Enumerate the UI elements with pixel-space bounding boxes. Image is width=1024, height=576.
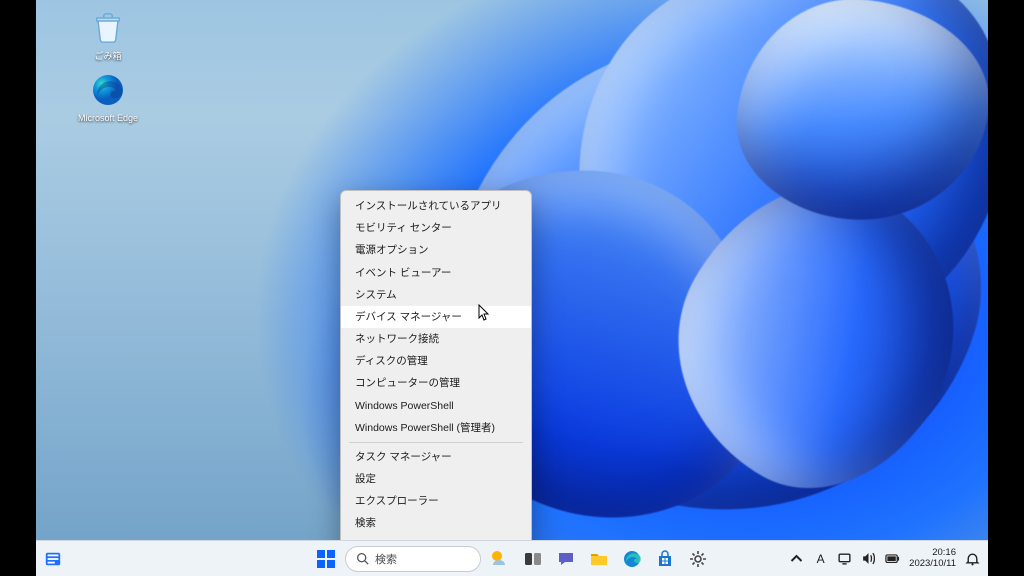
menu-item-power-options[interactable]: 電源オプション: [341, 239, 531, 261]
menu-item-mobility-center[interactable]: モビリティ センター: [341, 217, 531, 239]
menu-item-explorer[interactable]: エクスプローラー: [341, 490, 531, 512]
power-user-menu: インストールされているアプリ モビリティ センター 電源オプション イベント ビ…: [340, 190, 532, 576]
menu-item-search[interactable]: 検索: [341, 512, 531, 534]
taskbar-settings[interactable]: [684, 545, 712, 573]
recycle-bin-icon: [88, 8, 128, 48]
clock-date: 2023/10/11: [909, 559, 956, 569]
gear-icon: [688, 549, 708, 569]
menu-item-computer-management[interactable]: コンピューターの管理: [341, 372, 531, 394]
taskbar-search[interactable]: 検索: [345, 546, 481, 572]
desktop-icon-edge[interactable]: Microsoft Edge: [70, 70, 146, 124]
desktop-icon-recycle-bin[interactable]: ごみ箱: [70, 8, 146, 62]
menu-item-settings[interactable]: 設定: [341, 468, 531, 490]
windows-logo-icon: [316, 549, 336, 569]
menu-item-system[interactable]: システム: [341, 284, 531, 306]
desktop[interactable]: ごみ箱 Microsoft Edge インストールされているアプリ モビリティ …: [36, 0, 988, 576]
taskbar-widgets[interactable]: [486, 545, 514, 573]
menu-item-powershell-admin[interactable]: Windows PowerShell (管理者): [341, 417, 531, 439]
tray-volume-icon[interactable]: [861, 551, 876, 566]
menu-item-network-connections[interactable]: ネットワーク接続: [341, 328, 531, 350]
tray-notifications-icon[interactable]: [965, 551, 980, 566]
taskbar-corner-widget[interactable]: [44, 550, 62, 568]
start-button[interactable]: [312, 545, 340, 573]
tray-network-icon[interactable]: [837, 551, 852, 566]
menu-item-device-manager[interactable]: デバイス マネージャー: [341, 306, 531, 328]
taskbar-center: 検索: [312, 545, 712, 573]
taskbar-file-explorer[interactable]: [585, 545, 613, 573]
tray-chevron-up[interactable]: [789, 551, 804, 566]
task-view-icon: [523, 549, 543, 569]
desktop-icon-label: Microsoft Edge: [70, 113, 146, 124]
taskbar: 検索 A: [36, 540, 988, 576]
menu-item-installed-apps[interactable]: インストールされているアプリ: [341, 195, 531, 217]
clock-time: 20:16: [909, 548, 956, 558]
menu-item-powershell[interactable]: Windows PowerShell: [341, 395, 531, 417]
edge-icon: [88, 70, 128, 110]
desktop-icon-label: ごみ箱: [70, 51, 146, 62]
menu-separator: [349, 442, 523, 443]
system-tray: A 20:16 2023/10/11: [789, 548, 980, 569]
folder-icon: [589, 549, 609, 569]
tray-ime[interactable]: A: [813, 551, 828, 566]
menu-item-disk-management[interactable]: ディスクの管理: [341, 350, 531, 372]
taskbar-edge[interactable]: [618, 545, 646, 573]
store-icon: [655, 549, 675, 569]
search-icon: [356, 552, 369, 565]
menu-item-task-manager[interactable]: タスク マネージャー: [341, 446, 531, 468]
taskbar-store[interactable]: [651, 545, 679, 573]
menu-item-event-viewer[interactable]: イベント ビューアー: [341, 262, 531, 284]
tray-battery-icon[interactable]: [885, 551, 900, 566]
taskbar-chat[interactable]: [552, 545, 580, 573]
edge-icon: [622, 549, 642, 569]
widgets-icon: [490, 549, 510, 569]
taskbar-task-view[interactable]: [519, 545, 547, 573]
search-placeholder: 検索: [375, 551, 397, 567]
chat-icon: [556, 549, 576, 569]
tray-clock[interactable]: 20:16 2023/10/11: [909, 548, 956, 569]
